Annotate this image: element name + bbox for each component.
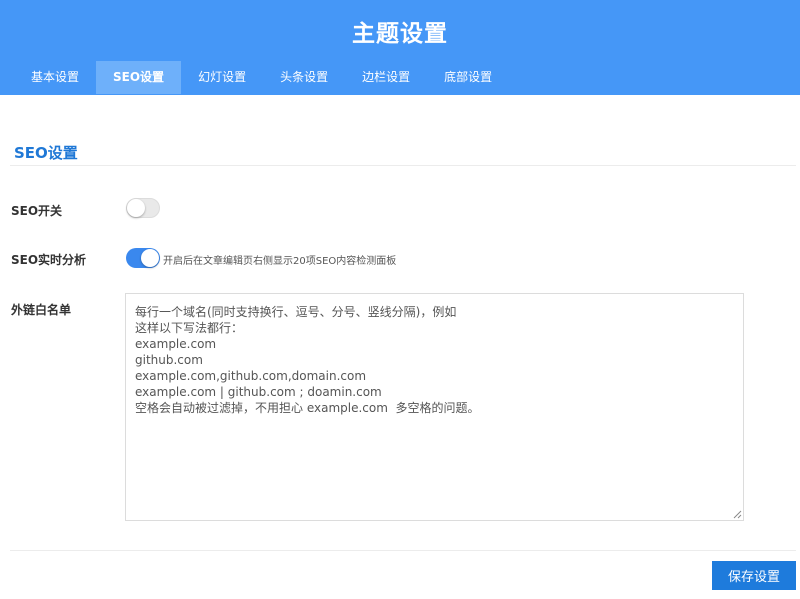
tab-sidebar[interactable]: 边栏设置: [345, 61, 427, 94]
textarea-line: example.com | github.com ; doamin.com: [135, 385, 382, 399]
seo-realtime-hint: 开启后在文章编辑页右侧显示20项SEO内容检测面板: [163, 256, 397, 267]
tab-headline[interactable]: 头条设置: [263, 61, 345, 94]
save-button[interactable]: 保存设置: [712, 561, 796, 590]
settings-tabs: 基本设置 SEO设置 幻灯设置 头条设置 边栏设置 底部设置: [14, 61, 509, 94]
seo-switch-label: SEO开关: [11, 204, 63, 218]
page-title: 主题设置: [352, 21, 448, 47]
section-divider: [10, 165, 796, 166]
resize-grip-icon[interactable]: [733, 510, 742, 519]
textarea-line: 空格会自动被过滤掉，不用担心 example.com 多空格的问题。: [135, 401, 480, 415]
textarea-line: example.com: [135, 337, 217, 351]
textarea-line: 这样以下写法都行：: [135, 321, 244, 335]
seo-realtime-label: SEO实时分析: [11, 253, 87, 267]
section-title: SEO设置: [14, 144, 78, 162]
tab-footer[interactable]: 底部设置: [427, 61, 509, 94]
textarea-line: 每行一个域名(同时支持换行、逗号、分号、竖线分隔)，例如: [135, 305, 457, 319]
tab-basic[interactable]: 基本设置: [14, 61, 96, 94]
app-header: 主题设置 基本设置 SEO设置 幻灯设置 头条设置 边栏设置 底部设置: [0, 0, 800, 95]
footer-divider: [10, 550, 796, 551]
textarea-line: github.com: [135, 353, 203, 367]
tab-slideshow[interactable]: 幻灯设置: [181, 61, 263, 94]
whitelist-label: 外链白名单: [11, 303, 72, 317]
seo-realtime-toggle[interactable]: [126, 248, 160, 268]
whitelist-textarea[interactable]: 每行一个域名(同时支持换行、逗号、分号、竖线分隔)，例如 这样以下写法都行： e…: [125, 293, 744, 521]
tab-seo[interactable]: SEO设置: [96, 61, 182, 94]
toggle-knob: [127, 199, 145, 217]
seo-switch-toggle[interactable]: [126, 198, 160, 218]
toggle-knob: [141, 249, 159, 267]
textarea-line: example.com,github.com,domain.com: [135, 369, 367, 383]
